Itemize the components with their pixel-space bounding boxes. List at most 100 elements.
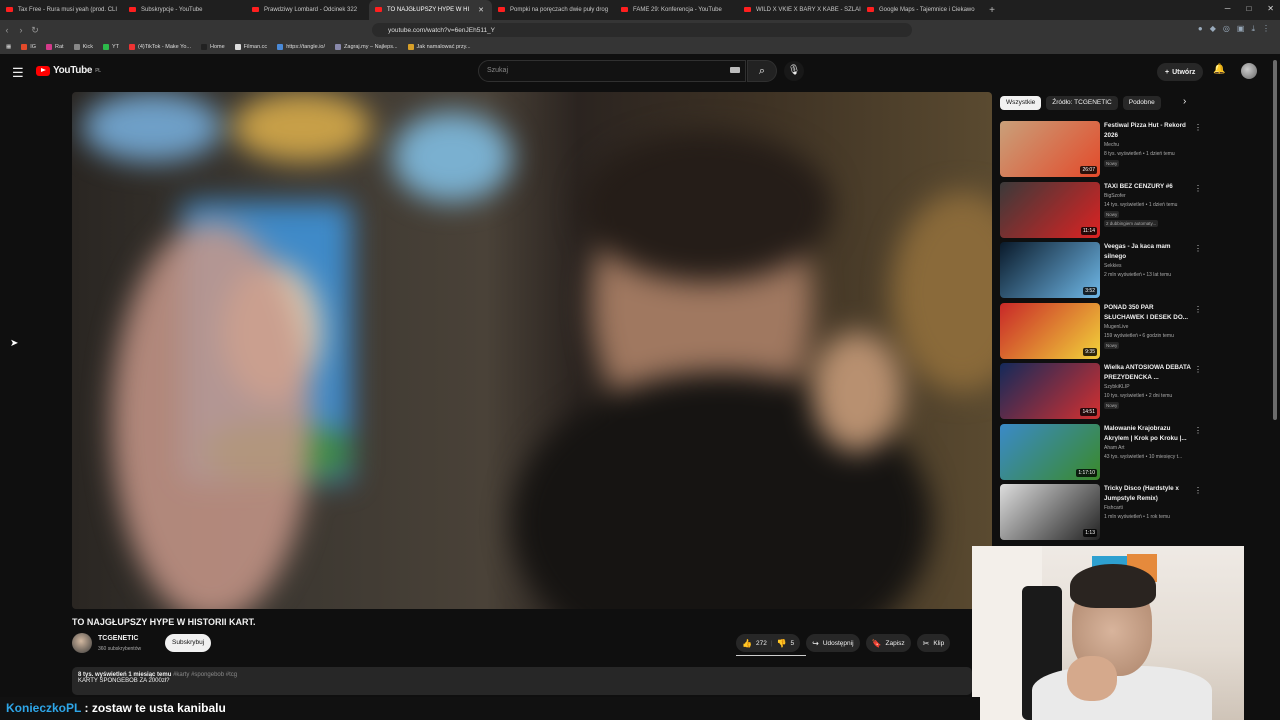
bookmark-item[interactable]: YT <box>102 44 119 50</box>
recommended-video[interactable]: 9:35 PONAD 350 PAR SŁUCHAWEK I DESEK DO..… <box>1000 302 1202 364</box>
recommended-video[interactable]: 11:14 TAXI BEZ CENZURY #6 BigSzofer 14 tys.… <box>1000 181 1202 243</box>
video-thumbnail[interactable]: 1:17:10 <box>1000 423 1100 480</box>
bookmark-item[interactable]: https://tangle.io/ <box>277 44 325 50</box>
bookmark-icon: 🔖 <box>871 638 882 648</box>
keyboard-icon[interactable] <box>730 67 740 73</box>
new-tab-button[interactable]: + <box>984 5 1000 16</box>
thumbs-up-icon[interactable]: 👍 <box>742 639 752 648</box>
recommended-title[interactable]: PONAD 350 PAR SŁUCHAWEK I DESEK DO... <box>1104 303 1192 323</box>
video-thumbnail[interactable]: 1:13 <box>1000 484 1100 540</box>
hashtags[interactable]: #karty #spongebob #tcg <box>173 672 237 678</box>
more-options-icon[interactable]: ⋮ <box>1194 244 1202 253</box>
recommended-video[interactable]: 1:13 Tricky Disco (Hardstyle x Jumpstyle … <box>1000 484 1202 545</box>
save-button[interactable]: 🔖 Zapisz <box>865 634 911 652</box>
extension-icon[interactable]: ◎ <box>1223 24 1230 34</box>
more-options-icon[interactable]: ⋮ <box>1194 184 1202 193</box>
extension-icon[interactable]: ▣ <box>1237 24 1245 34</box>
bookmark-label: Filman.cc <box>243 44 268 50</box>
extension-icon[interactable]: ◆ <box>1210 24 1216 34</box>
bookmark-item[interactable]: Filman.cc <box>234 44 268 50</box>
channel-avatar[interactable] <box>72 633 92 653</box>
recommended-channel[interactable]: MugenLive <box>1104 324 1128 330</box>
recommended-title[interactable]: Wielka ANTOSIOWA DEBATA PREZYDENCKA ... <box>1104 363 1192 383</box>
download-icon[interactable]: ⤓ <box>1251 24 1255 34</box>
recommended-title[interactable]: Festiwal Pizza Hut - Rekord 2026 <box>1104 121 1192 141</box>
close-tab-icon[interactable]: ✕ <box>478 6 484 14</box>
more-options-icon[interactable]: ⋮ <box>1194 486 1202 495</box>
recommended-title[interactable]: Veegas - Ja kaca mam silnego <box>1104 242 1192 262</box>
bookmark-item[interactable]: Zagraj.my – Najleps... <box>335 44 398 50</box>
more-options-icon[interactable]: ⋮ <box>1194 426 1202 435</box>
recommended-channel[interactable]: BigSzofer <box>1104 193 1126 199</box>
notifications-bell-icon[interactable]: 🔔 <box>1213 64 1225 75</box>
menu-dots-icon[interactable]: ⋮ <box>1262 24 1270 34</box>
bookmark-item[interactable]: Jak namalować przy... <box>407 44 471 50</box>
bookmark-item[interactable]: Rat <box>46 44 64 50</box>
page-scrollbar[interactable] <box>1273 60 1277 420</box>
filter-chip[interactable]: Podobne <box>1122 96 1161 110</box>
video-thumbnail[interactable]: 14:51 <box>1000 363 1100 419</box>
bookmark-item[interactable]: Home <box>200 44 225 50</box>
recommended-channel[interactable]: Sekkies <box>1104 263 1122 269</box>
recommended-title[interactable]: Malowanie Krajobrazu Akrylem | Krok po K… <box>1104 424 1192 444</box>
create-button[interactable]: + Utwórz <box>1157 63 1204 81</box>
bookmark-item[interactable]: IG <box>21 44 36 50</box>
subscribe-button[interactable]: Subskrybuj <box>165 634 212 652</box>
apps-grid-icon[interactable]: ▦ <box>6 44 11 50</box>
browser-tab[interactable]: Pompki na poręczach dwie puły drog <box>492 0 615 20</box>
close-window-icon[interactable]: ✕ <box>1267 4 1274 13</box>
share-button[interactable]: ↪ Udostępnij <box>806 634 860 652</box>
bookmark-favicon-icon <box>21 44 28 50</box>
browser-tab[interactable]: TO NAJGŁUPSZY HYPE W HI ✕ <box>369 0 492 20</box>
browser-tab[interactable]: Tax Free - Rura musi yeah (prod. CLI <box>0 0 123 20</box>
filter-chip[interactable]: Źródło: TCGENETIC <box>1046 96 1118 110</box>
search-button[interactable]: ⌕ <box>747 60 777 82</box>
more-options-icon[interactable]: ⋮ <box>1194 305 1202 314</box>
reload-icon[interactable]: ↻ <box>28 25 42 36</box>
video-thumbnail[interactable]: 11:14 <box>1000 181 1100 238</box>
url-field[interactable]: youtube.com/watch?v=6enJEh511_Y <box>372 23 912 37</box>
browser-tab[interactable]: Google Maps - Tajemnice i Ciekawo <box>861 0 984 20</box>
video-thumbnail[interactable]: 26:07 <box>1000 121 1100 177</box>
youtube-logo[interactable]: YouTube PL <box>36 65 101 76</box>
recommended-video[interactable]: 26:07 Festiwal Pizza Hut - Rekord 2026 Mec… <box>1000 121 1202 182</box>
recommended-video[interactable]: 1:17:10 Malowanie Krajobrazu Akrylem | Kr… <box>1000 423 1202 485</box>
chevron-right-icon[interactable]: › <box>1183 96 1186 107</box>
extension-icon[interactable]: ● <box>1198 24 1203 34</box>
recommended-channel[interactable]: Aham Art <box>1104 445 1125 451</box>
more-options-icon[interactable]: ⋮ <box>1194 123 1202 132</box>
recommended-channel[interactable]: SzybkiKLIP <box>1104 384 1130 390</box>
more-options-icon[interactable]: ⋮ <box>1194 365 1202 374</box>
recommended-video[interactable]: 14:51 Wielka ANTOSIOWA DEBATA PREZYDENCKA… <box>1000 363 1202 424</box>
forward-icon[interactable]: › <box>14 25 28 35</box>
browser-tab[interactable]: FAME 29: Konferencja - YouTube <box>615 0 738 20</box>
voice-search-button[interactable]: 🎙 <box>784 61 804 81</box>
maximize-icon[interactable]: □ <box>1246 4 1251 13</box>
video-player[interactable] <box>72 92 992 609</box>
card-shape <box>232 92 372 162</box>
channel-name[interactable]: TCGENETIC <box>98 635 138 642</box>
account-avatar[interactable] <box>1241 63 1257 79</box>
bookmark-item[interactable]: Kick <box>73 44 93 50</box>
minimize-icon[interactable]: ─ <box>1225 4 1231 13</box>
back-icon[interactable]: ‹ <box>0 25 14 35</box>
search-input[interactable]: Szukaj <box>478 60 746 82</box>
recommended-video[interactable]: 3:52 Veegas - Ja kaca mam silnego Sekkies 2… <box>1000 242 1202 303</box>
browser-tab[interactable]: Prawdziwy Lombard - Odcinek 322 <box>246 0 369 20</box>
recommended-title[interactable]: Tricky Disco (Hardstyle x Jumpstyle Remi… <box>1104 484 1192 504</box>
filter-chip[interactable]: Wszystkie <box>1000 96 1042 110</box>
recommended-channel[interactable]: Mechu <box>1104 142 1119 148</box>
bookmark-item[interactable]: (4)TikTok - Make Yo... <box>129 44 191 50</box>
like-count[interactable]: 272 <box>756 640 767 647</box>
browser-tab[interactable]: WILD X VKIE X BARY X KABE - SZLAI <box>738 0 861 20</box>
thumbs-down-icon[interactable]: 👎 <box>777 639 787 648</box>
clip-button[interactable]: ✂ Klip <box>916 634 951 652</box>
recommended-channel[interactable]: Fishcarti <box>1104 505 1123 511</box>
browser-tab[interactable]: Subskrypcje - YouTube <box>123 0 246 20</box>
recommended-title[interactable]: TAXI BEZ CENZURY #6 <box>1104 182 1192 192</box>
video-thumbnail[interactable]: 3:52 <box>1000 242 1100 298</box>
dislike-count[interactable]: 5 <box>791 640 795 647</box>
hamburger-menu-icon[interactable]: ☰ <box>12 65 24 81</box>
video-thumbnail[interactable]: 9:35 <box>1000 302 1100 359</box>
description-box[interactable]: 8 tys. wyświetleń 1 miesiąc temu #karty … <box>72 667 972 695</box>
